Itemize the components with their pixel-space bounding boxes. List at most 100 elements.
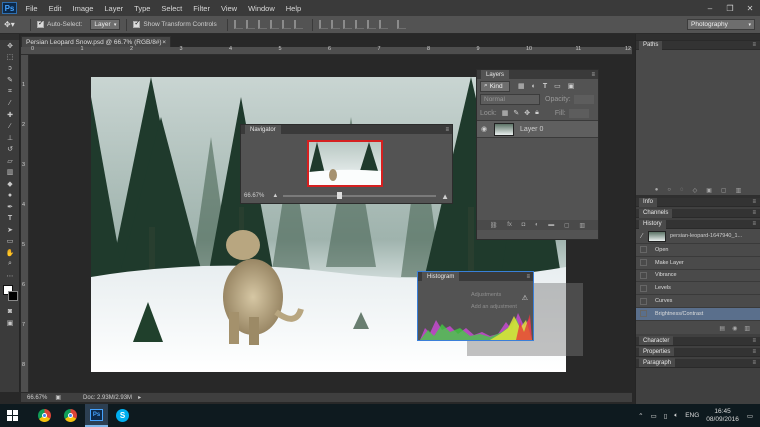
menu-select[interactable]: Select xyxy=(156,4,188,13)
folder-icon[interactable]: ▬ xyxy=(548,222,554,228)
menu-layer[interactable]: Layer xyxy=(99,4,129,13)
kind-filter-dropdown[interactable]: ⌕ Kind xyxy=(480,80,510,92)
lasso-tool-icon[interactable]: ↄ xyxy=(0,63,20,75)
hand-tool-icon[interactable]: ✋ xyxy=(0,247,20,259)
distribute-vcenter-icon[interactable] xyxy=(330,20,340,29)
close-icon[interactable]: × xyxy=(162,39,166,46)
panel-menu-icon[interactable]: ≡ xyxy=(752,210,756,216)
photoshop-taskbar-icon[interactable]: Ps xyxy=(85,404,108,427)
menu-type[interactable]: Type xyxy=(129,4,156,13)
panel-menu-icon[interactable]: ≡ xyxy=(526,274,533,280)
smartobject-filter-icon[interactable]: ▣ xyxy=(568,82,575,90)
properties-tab[interactable]: Properties xyxy=(639,347,675,357)
history-brush-source-icon[interactable]: ⁄ xyxy=(636,233,648,240)
distribute-left-icon[interactable] xyxy=(354,20,364,29)
auto-select-checkbox[interactable] xyxy=(37,19,44,28)
battery-icon[interactable]: ▯ xyxy=(664,412,668,420)
blend-mode-dropdown[interactable]: Normal xyxy=(480,94,540,105)
distribute-top-icon[interactable] xyxy=(318,20,328,29)
menu-window[interactable]: Window xyxy=(243,4,281,13)
menu-view[interactable]: View xyxy=(215,4,242,13)
dodge-tool-icon[interactable]: ● xyxy=(0,190,20,202)
link-icon[interactable]: ⛓ xyxy=(490,222,498,229)
layer-name[interactable]: Layer 0 xyxy=(520,126,543,133)
gradient-tool-icon[interactable]: ▥ xyxy=(0,167,20,179)
navigator-preview[interactable] xyxy=(307,140,383,187)
maximize-button[interactable]: ❐ xyxy=(720,0,740,16)
panel-menu-icon[interactable]: ≡ xyxy=(752,221,756,227)
menu-edit[interactable]: Edit xyxy=(43,4,67,13)
move-tool-icon[interactable]: ✥ xyxy=(0,40,20,52)
lock-all-icon[interactable]: 🔒︎ xyxy=(535,109,539,117)
fill-input[interactable] xyxy=(568,108,589,118)
type-filter-icon[interactable]: T xyxy=(543,83,547,90)
volume-icon[interactable]: 🔈︎ xyxy=(674,412,678,420)
lock-paint-icon[interactable]: ✎ xyxy=(513,109,519,117)
history-item[interactable]: Make Layer xyxy=(636,257,760,270)
history-item[interactable]: Curves xyxy=(636,295,760,308)
status-menu-icon[interactable]: ▸ xyxy=(138,394,141,401)
show-transform-checkbox[interactable] xyxy=(133,19,141,28)
character-tab[interactable]: Character xyxy=(639,336,674,346)
shape-tool-icon[interactable]: ▭ xyxy=(0,236,20,248)
snapshot-icon[interactable]: ◉ xyxy=(732,325,737,332)
more-tools-icon[interactable]: ⋯ xyxy=(0,270,20,282)
trash-icon[interactable]: ▥ xyxy=(736,187,742,194)
pen-tool-icon[interactable]: ✒ xyxy=(0,201,20,213)
align-vcenter-icon[interactable] xyxy=(245,20,255,29)
histogram-tab[interactable]: Histogram xyxy=(422,272,460,281)
windows-start-icon[interactable] xyxy=(0,404,25,427)
network-icon[interactable]: ▭ xyxy=(651,412,657,420)
close-button[interactable]: ✕ xyxy=(740,0,760,16)
layer-row[interactable]: ◉ Layer 0 xyxy=(477,120,598,138)
crop-tool-icon[interactable]: ⌗ xyxy=(0,86,20,98)
fill-path-icon[interactable]: ● xyxy=(655,187,659,193)
stroke-path-icon[interactable]: ○ xyxy=(667,187,671,193)
distribute-right-icon[interactable] xyxy=(378,20,388,29)
workspace-switcher[interactable]: Photography ▾ xyxy=(687,19,755,30)
export-icon[interactable]: ▣ xyxy=(55,394,61,401)
eraser-tool-icon[interactable]: ▱ xyxy=(0,155,20,167)
menu-image[interactable]: Image xyxy=(67,4,99,13)
brush-tool-icon[interactable]: ∕ xyxy=(0,121,20,133)
type-tool-icon[interactable]: T xyxy=(0,213,20,225)
paragraph-tab[interactable]: Paragraph xyxy=(639,358,676,368)
auto-align-icon[interactable] xyxy=(396,20,406,29)
blur-tool-icon[interactable]: ◆ xyxy=(0,178,20,190)
history-tab[interactable]: History xyxy=(639,219,666,229)
history-snapshot[interactable]: ⁄ persian-leopard-1647940_1... xyxy=(636,229,760,244)
history-item[interactable]: Vibrance xyxy=(636,270,760,283)
align-right-icon[interactable] xyxy=(293,20,303,29)
chrome-icon[interactable] xyxy=(59,404,82,427)
screen-mode-icon[interactable]: ▣ xyxy=(0,317,20,329)
marquee-tool-icon[interactable]: ⬚ xyxy=(0,52,20,64)
layers-tab[interactable]: Layers xyxy=(481,70,510,79)
paths-tab[interactable]: Paths xyxy=(639,40,663,50)
menu-filter[interactable]: Filter xyxy=(188,4,216,13)
zoom-slider-thumb[interactable] xyxy=(336,192,342,199)
align-left-icon[interactable] xyxy=(269,20,279,29)
history-brush-tool-icon[interactable]: ↺ xyxy=(0,144,20,156)
navigator-tab[interactable]: Navigator xyxy=(245,125,281,134)
panel-menu-icon[interactable]: ≡ xyxy=(752,360,756,366)
move-tool-preset[interactable]: ✥▾ xyxy=(4,20,24,29)
zoom-out-icon[interactable]: ▲ xyxy=(272,193,278,199)
path-select-tool-icon[interactable]: ➤ xyxy=(0,224,20,236)
navigator-zoom-slider[interactable] xyxy=(283,192,437,199)
add-mask-icon[interactable]: ▣ xyxy=(706,187,712,194)
clone-stamp-tool-icon[interactable]: ⊥ xyxy=(0,132,20,144)
history-item[interactable]: Brightness/Contrast xyxy=(636,307,760,321)
background-color-swatch[interactable] xyxy=(8,290,18,301)
eyedropper-tool-icon[interactable]: ⁄ xyxy=(0,98,20,110)
quick-mask-icon[interactable]: ◙ xyxy=(0,306,20,318)
skype-icon[interactable]: S xyxy=(111,404,134,427)
visibility-eye-icon[interactable]: ◉ xyxy=(477,125,491,133)
clock[interactable]: 16:45 08/09/2016 xyxy=(706,408,739,422)
distribute-bottom-icon[interactable] xyxy=(342,20,352,29)
language-indicator[interactable]: ENG xyxy=(685,412,699,419)
quick-select-tool-icon[interactable]: ✎ xyxy=(0,75,20,87)
notifications-icon[interactable]: ▭ xyxy=(747,412,753,420)
new-layer-icon[interactable]: ▢ xyxy=(564,222,570,229)
panel-menu-icon[interactable]: ≡ xyxy=(752,338,756,344)
new-document-from-state-icon[interactable]: ▤ xyxy=(719,325,725,332)
